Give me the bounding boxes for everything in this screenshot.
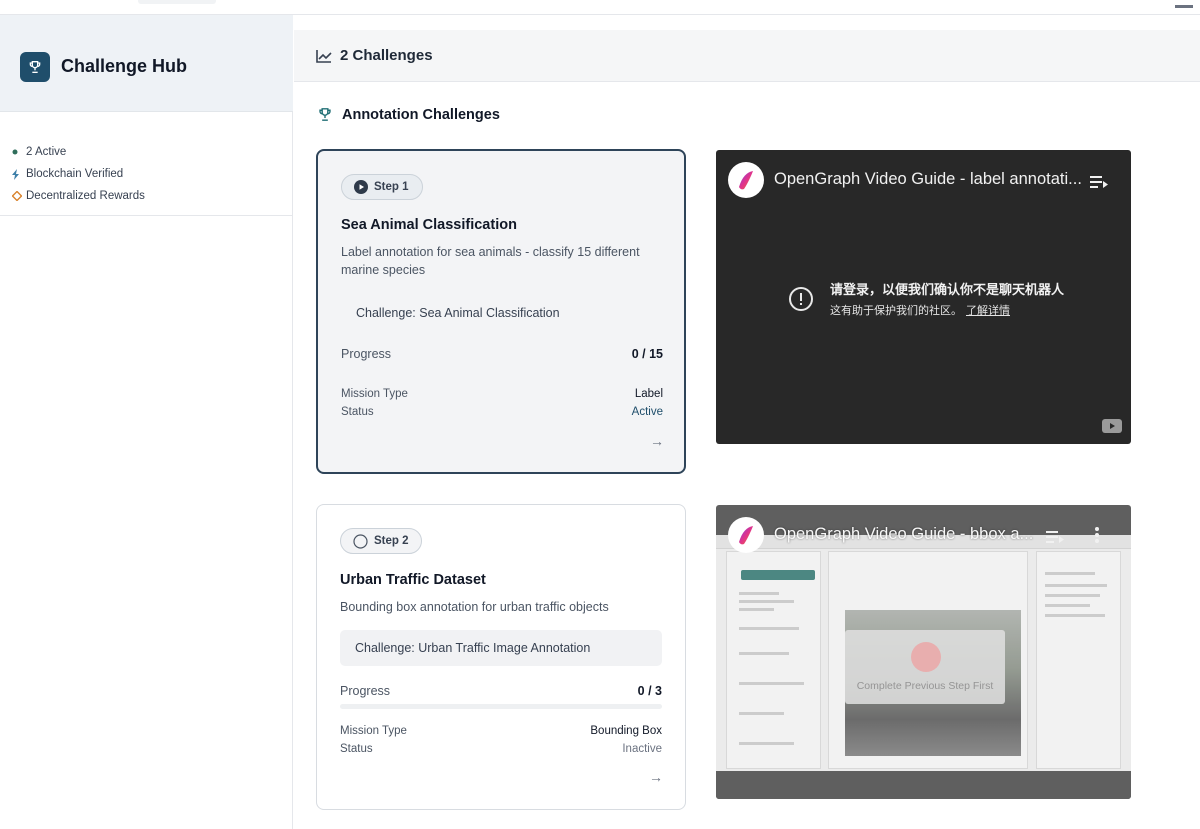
mission-type-value: Label xyxy=(634,388,663,400)
step-label: Step 2 xyxy=(374,535,409,547)
progress-label: Progress xyxy=(340,684,391,698)
status-row: Status Active xyxy=(341,406,663,418)
video-embed-step-1[interactable]: OpenGraph Video Guide - label annotati..… xyxy=(716,150,1131,444)
playlist-icon[interactable] xyxy=(1046,530,1064,549)
sidebar-divider xyxy=(0,215,293,216)
sidebar-stats: 2 Active Blockchain Verified Decentraliz… xyxy=(12,141,145,207)
video-bottom-bar xyxy=(716,771,1131,799)
thumbnail-annotations-panel xyxy=(1036,551,1121,769)
stat-label: Decentralized Rewards xyxy=(26,190,145,202)
trending-icon xyxy=(316,49,332,63)
learn-more-link[interactable]: 了解详情 xyxy=(966,305,1010,317)
dot-icon xyxy=(12,149,26,155)
lock-text: Complete Previous Step First xyxy=(856,680,994,692)
mission-type-row: Mission Type Bounding Box xyxy=(340,725,662,737)
stat-label: Blockchain Verified xyxy=(26,168,124,180)
mission-type-label: Mission Type xyxy=(340,725,407,737)
signin-message-title: 请登录，以便我们确认你不是聊天机器人 xyxy=(830,282,1065,297)
locked-overlay: Complete Previous Step First xyxy=(845,630,1005,704)
challenge-name-box: Challenge: Urban Traffic Image Annotatio… xyxy=(340,630,662,666)
sidebar xyxy=(0,15,293,829)
video-embed-step-2[interactable]: Complete Previous Step First OpenGraph V… xyxy=(716,505,1131,799)
status-row: Status Inactive xyxy=(340,743,662,755)
channel-avatar[interactable] xyxy=(728,517,764,553)
channel-avatar[interactable] xyxy=(728,162,764,198)
section-title: Annotation Challenges xyxy=(316,106,500,123)
section-title-text: Annotation Challenges xyxy=(342,106,500,123)
lock-icon xyxy=(911,642,941,672)
signin-message-sub: 这有助于保护我们的社区。 了解详情 xyxy=(830,302,1064,318)
youtube-logo-icon[interactable] xyxy=(1102,419,1122,438)
signin-message-text: 这有助于保护我们的社区。 xyxy=(830,305,962,317)
stat-label: 2 Active xyxy=(26,146,67,158)
challenge-card-step-1[interactable]: Step 1 Sea Animal Classification Label a… xyxy=(316,149,686,474)
brand-title: Challenge Hub xyxy=(61,56,188,76)
progress-value: 0 / 15 xyxy=(631,347,663,361)
circle-icon xyxy=(353,533,368,549)
status-value: Inactive xyxy=(622,743,662,755)
progress-bar xyxy=(340,704,662,709)
step-label: Step 1 xyxy=(374,181,409,193)
trophy-logo-icon xyxy=(20,52,50,82)
stat-blockchain: Blockchain Verified xyxy=(12,163,145,185)
step-badge: Step 1 xyxy=(341,174,423,200)
step-badge: Step 2 xyxy=(340,528,422,554)
more-options-icon[interactable] xyxy=(1094,526,1100,549)
playlist-icon[interactable] xyxy=(1090,175,1108,194)
challenge-name-box: Challenge: Sea Animal Classification xyxy=(341,295,663,331)
mission-type-value: Bounding Box xyxy=(590,725,662,737)
challenge-card-step-2[interactable]: Step 2 Urban Traffic Dataset Bounding bo… xyxy=(316,504,686,810)
progress-row: Progress 0 / 3 xyxy=(340,684,662,698)
signin-message: 请登录，以便我们确认你不是聊天机器人 这有助于保护我们的社区。 了解详情 xyxy=(788,279,1064,318)
progress-row: Progress 0 / 15 xyxy=(341,347,663,361)
status-label: Status xyxy=(341,406,374,418)
play-circle-icon xyxy=(354,180,368,194)
arrow-right-icon[interactable]: → xyxy=(650,433,664,449)
progress-label: Progress xyxy=(341,347,392,361)
status-value: Active xyxy=(631,406,663,418)
progress-value: 0 / 3 xyxy=(637,684,662,698)
stat-rewards: Decentralized Rewards xyxy=(12,185,145,207)
status-label: Status xyxy=(340,743,373,755)
stat-active: 2 Active xyxy=(12,141,145,163)
mission-type-row: Mission Type Label xyxy=(341,388,663,400)
diamond-icon xyxy=(12,191,26,201)
trophy-icon xyxy=(316,106,334,123)
browser-top-strip xyxy=(0,0,1200,15)
thumbnail-sidebar xyxy=(726,551,821,769)
bolt-icon xyxy=(12,168,26,180)
arrow-right-icon[interactable]: → xyxy=(649,769,663,785)
brand-header: Challenge Hub xyxy=(0,15,293,112)
challenges-count-title: 2 Challenges xyxy=(340,47,433,64)
card-title: Sea Animal Classification xyxy=(341,217,517,233)
alert-circle-icon xyxy=(788,286,814,312)
main-header: 2 Challenges xyxy=(294,30,1200,82)
thumbnail-button xyxy=(741,570,815,580)
card-title: Urban Traffic Dataset xyxy=(340,572,486,588)
top-tab[interactable] xyxy=(138,0,216,4)
card-description: Label annotation for sea animals - class… xyxy=(341,245,640,277)
card-description: Bounding box annotation for urban traffi… xyxy=(340,600,609,614)
video-title[interactable]: OpenGraph Video Guide - bbox a... xyxy=(774,525,1033,544)
video-title[interactable]: OpenGraph Video Guide - label annotati..… xyxy=(774,170,1082,189)
video-thumbnail: Complete Previous Step First xyxy=(716,535,1131,771)
thumbnail-canvas: Complete Previous Step First xyxy=(828,551,1028,769)
mission-type-label: Mission Type xyxy=(341,388,408,400)
menu-icon[interactable] xyxy=(1175,0,1193,8)
